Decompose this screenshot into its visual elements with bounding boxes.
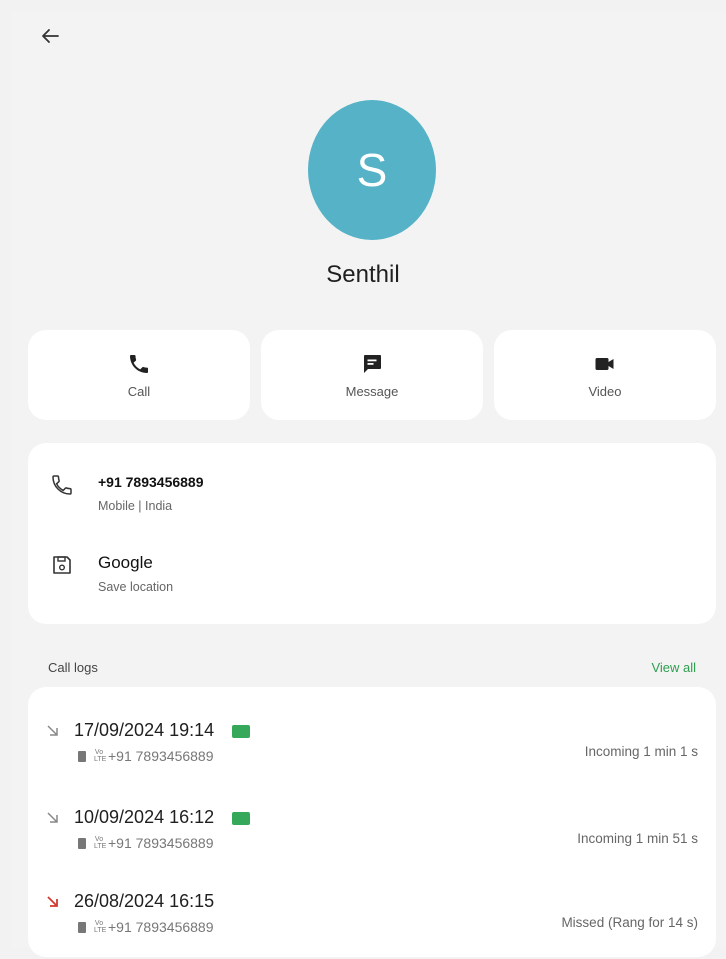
video-label: Video — [588, 383, 622, 399]
call-number: +91 7893456889 — [108, 919, 214, 935]
incoming-call-icon — [47, 725, 58, 736]
phone-outline-icon — [52, 475, 72, 495]
message-button[interactable]: Message — [261, 330, 483, 420]
call-log-list: 17/09/2024 19:14 Vo LTE +91 7893456889 In… — [28, 687, 716, 957]
incoming-call-icon — [47, 812, 58, 823]
avatar: S — [308, 100, 436, 240]
phone-type: Mobile | India — [98, 499, 173, 513]
call-number-line: Vo LTE +91 7893456889 — [78, 919, 214, 935]
video-button[interactable]: Video — [494, 330, 716, 420]
call-datetime: 10/09/2024 16:12 — [74, 807, 215, 827]
call-status: Incoming 1 min 1 s — [584, 744, 698, 759]
account-row[interactable]: Google Save location — [28, 551, 716, 601]
call-status: Missed (Rang for 14 s) — [561, 915, 698, 930]
call-status: Incoming 1 min 51 s — [577, 831, 698, 846]
phone-icon — [130, 354, 148, 373]
recording-icon — [232, 725, 250, 738]
phone-number: +91 7893456889 — [98, 474, 204, 490]
call-datetime: 17/09/2024 19:14 — [74, 720, 215, 740]
quick-actions: Call Message Video — [28, 330, 716, 420]
volte-icon: Vo LTE — [94, 920, 107, 934]
sim-icon — [78, 750, 86, 762]
contact-name: Senthil — [326, 261, 400, 288]
message-label: Message — [345, 383, 399, 399]
call-datetime: 26/08/2024 16:15 — [74, 891, 215, 911]
call-number: +91 7893456889 — [108, 835, 214, 851]
account-name: Google — [98, 553, 153, 572]
call-label: Call — [127, 383, 151, 399]
sim-icon — [78, 921, 86, 933]
account-sub: Save location — [98, 580, 174, 594]
call-log-item[interactable]: 26/08/2024 16:15 Vo LTE +91 7893456889 Mi… — [28, 889, 716, 959]
save-icon — [53, 556, 71, 574]
volte-icon: Vo LTE — [94, 749, 107, 763]
avatar-initial: S — [356, 144, 388, 196]
call-logs-title: Call logs — [48, 660, 98, 675]
call-log-item[interactable]: 10/09/2024 16:12 Vo LTE +91 7893456889 In… — [28, 805, 716, 875]
phone-number-row[interactable]: +91 7893456889 Mobile | India — [28, 471, 716, 521]
missed-call-icon — [47, 896, 58, 907]
message-icon — [364, 354, 381, 373]
call-button[interactable]: Call — [28, 330, 250, 420]
video-icon — [595, 357, 614, 370]
call-number-line: Vo LTE +91 7893456889 — [78, 835, 214, 851]
volte-icon: Vo LTE — [94, 836, 107, 850]
back-arrow-icon[interactable] — [38, 24, 62, 48]
view-all-link[interactable]: View all — [651, 660, 696, 675]
call-number-line: Vo LTE +91 7893456889 — [78, 748, 214, 764]
recording-icon — [232, 812, 250, 825]
call-log-item[interactable]: 17/09/2024 19:14 Vo LTE +91 7893456889 In… — [28, 718, 716, 788]
call-number: +91 7893456889 — [108, 748, 214, 764]
sim-icon — [78, 837, 86, 849]
contact-details-card: +91 7893456889 Mobile | India Google Sav… — [28, 443, 716, 624]
